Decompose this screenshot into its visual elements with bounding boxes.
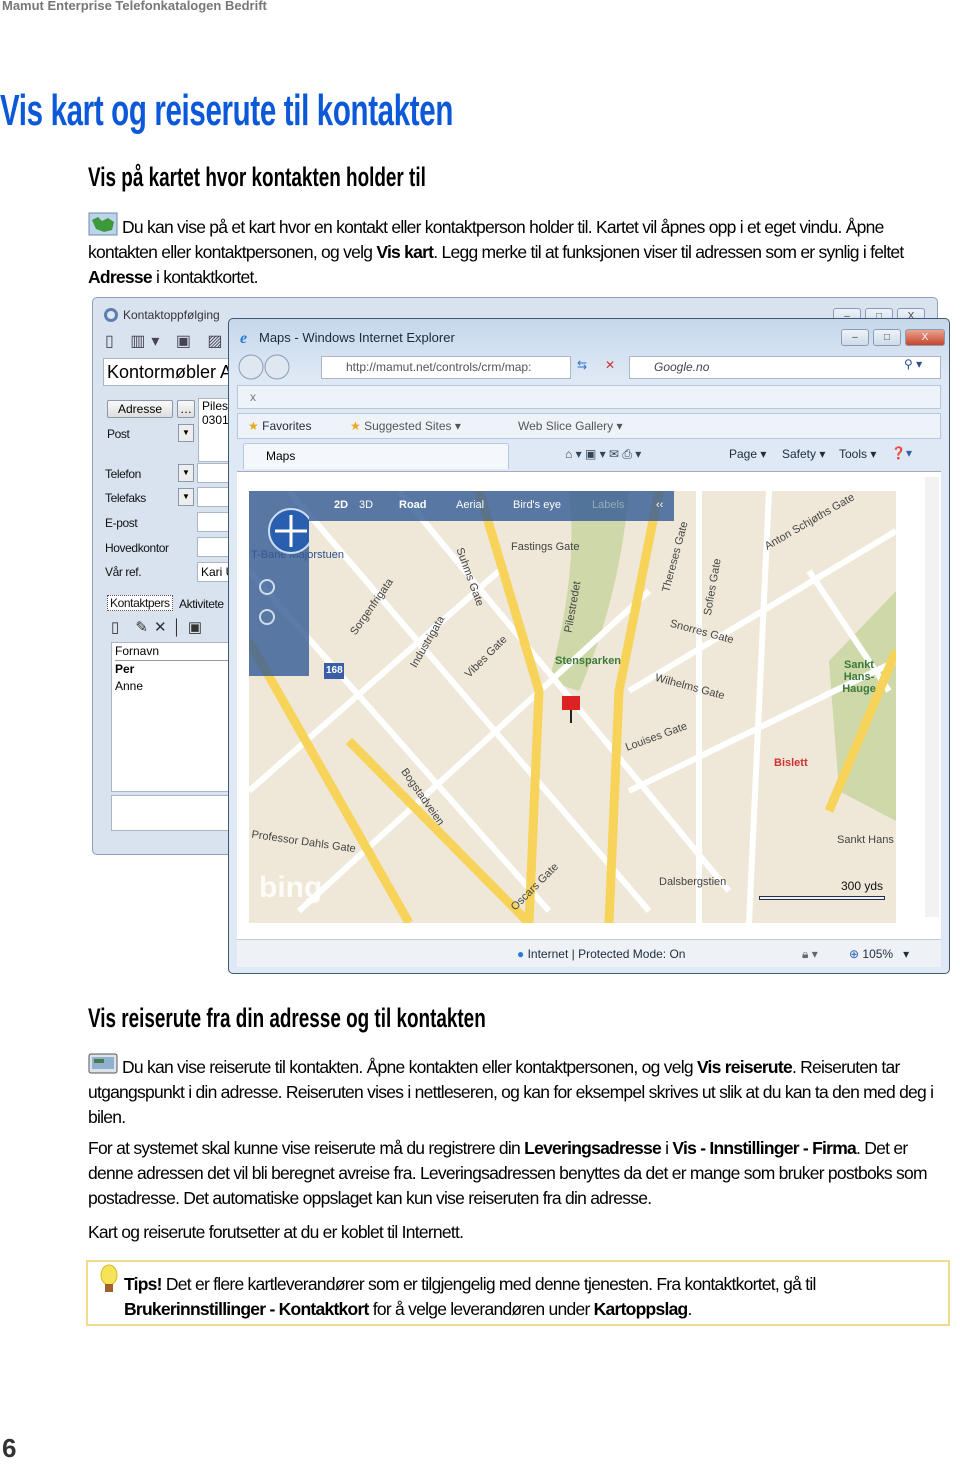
column-header-fornavn[interactable]: Fornavn <box>115 643 230 661</box>
mode-3d[interactable]: 3D <box>359 499 373 511</box>
page-title: Vis kart og reiserute til kontakten <box>0 86 454 135</box>
label-telefon: Telefon <box>105 467 141 481</box>
map-label: Sankt Hans <box>837 834 894 846</box>
post-dropdown[interactable]: ▼ <box>178 424 194 442</box>
running-header: Mamut Enterprise Telefonkatalogen Bedrif… <box>2 0 267 13</box>
add-favorite-icon: ★ <box>350 419 361 433</box>
tools-menu[interactable]: Tools ▾ <box>839 447 876 461</box>
section-heading-route: Vis reiserute fra din adresse og til kon… <box>88 1003 486 1033</box>
ie-icon: e <box>240 330 247 345</box>
mode-2d[interactable]: 2D <box>334 499 348 511</box>
collapse-bar-button[interactable]: ‹‹ <box>656 499 663 511</box>
map-view[interactable]: 168 Fastings Gate Thereses Gate Stenspar… <box>249 491 896 923</box>
address-bar[interactable]: http://mamut.net/controls/crm/map: <box>321 356 571 379</box>
maximize-icon[interactable]: □ <box>873 329 901 346</box>
paragraph-route: Du kan vise reiserute til kontakten. Åpn… <box>88 1052 943 1130</box>
zoom-icon: ⊕ <box>849 947 860 961</box>
mode-road[interactable]: Road <box>399 499 427 511</box>
page-menu[interactable]: Page ▾ <box>729 447 766 461</box>
paragraph-delivery-address: For at systemet skal kunne vise reiserut… <box>88 1138 928 1208</box>
globe-icon: ● <box>517 947 525 961</box>
close-icon[interactable]: X <box>905 329 945 346</box>
label-epost: E-post <box>105 516 138 530</box>
mode-birds-eye[interactable]: Bird's eye <box>513 499 561 511</box>
route-icon <box>88 1053 118 1074</box>
command-strip: x <box>237 385 941 409</box>
home-rss-print-icons[interactable]: ⌂ ▾ ▣ ▾ ✉ ⎙ ▾ <box>565 447 641 462</box>
screenshot-map-window: Kontaktoppfølging – □ X ▯ ▥▾ ▣ ▨ ✕ Kontorm… <box>92 297 950 974</box>
map-label: Bislett <box>774 757 808 769</box>
paragraph-internet: Kart og reiserute forutsetter at du er k… <box>88 1222 464 1242</box>
telefon-dropdown[interactable]: ▼ <box>178 464 194 482</box>
bing-logo: bing <box>259 871 323 904</box>
favorites-bar: ★ Favorites ★ Suggested Sites ▾ Web Slic… <box>237 413 941 439</box>
tab-aktiviteter[interactable]: Aktivitete <box>179 597 224 611</box>
mode-aerial[interactable]: Aerial <box>456 499 484 511</box>
page-number: 6 <box>2 1433 17 1463</box>
location-pin-icon <box>562 696 580 710</box>
back-forward-buttons[interactable] <box>237 353 295 381</box>
route-badge: 168 <box>326 665 343 676</box>
map-label: Fastings Gate <box>511 541 580 553</box>
tips-text: Tips! Det er flere kartleverandører som … <box>124 1274 816 1319</box>
help-icon[interactable]: ❓▾ <box>891 446 912 460</box>
label-post: Post <box>107 427 130 441</box>
paragraph-map: Du kan vise på et kart hvor en kontakt e… <box>88 212 943 290</box>
search-icon[interactable]: ⚲ ▾ <box>904 357 922 371</box>
app-icon <box>104 308 118 322</box>
pan-control-icon[interactable] <box>249 491 314 676</box>
contact-person-list: Fornavn Per Anne <box>111 642 231 792</box>
tips-box: Tips! Det er flere kartleverandører som … <box>86 1260 950 1326</box>
label-telefaks: Telefaks <box>105 491 146 505</box>
window-title: Maps - Windows Internet Explorer <box>259 330 455 345</box>
vertical-scrollbar[interactable] <box>925 477 939 917</box>
mode-labels[interactable]: Labels <box>592 499 624 511</box>
company-name-field[interactable]: Kontormøbler A <box>103 358 233 386</box>
list-item[interactable]: Anne <box>115 678 230 695</box>
suggested-sites-link[interactable]: ★ Suggested Sites ▾ <box>350 419 461 433</box>
ie-window: e Maps - Windows Internet Explorer – □ X h… <box>228 318 950 974</box>
minimize-icon[interactable]: – <box>841 329 869 346</box>
section-heading-map: Vis på kartet hvor kontakten holder til <box>88 162 426 192</box>
map-mode-bar: 2D 3D Road Aerial Bird's eye Labels ‹‹ <box>309 491 674 521</box>
list-item[interactable]: Per <box>115 661 230 678</box>
window-controls: – □ X <box>841 329 945 346</box>
web-slice-gallery-link[interactable]: Web Slice Gallery ▾ <box>518 419 623 433</box>
map-roads <box>249 491 896 923</box>
status-bar: ● Internet | Protected Mode: On 🔒︎ ▾ ⊕ 1… <box>237 939 941 967</box>
address-button[interactable]: Adresse <box>107 400 173 418</box>
star-icon: ★ <box>248 419 259 433</box>
svg-text:e: e <box>240 330 247 345</box>
telefaks-dropdown[interactable]: ▼ <box>178 488 194 506</box>
favorites-button[interactable]: ★ Favorites <box>248 419 311 433</box>
map-label: Sankt Hans-Hauge <box>842 659 876 695</box>
map-icon <box>88 212 118 236</box>
lightbulb-icon <box>100 1264 118 1292</box>
map-scale-bar <box>759 896 885 900</box>
refresh-icon[interactable]: ⇆ <box>577 358 587 372</box>
map-scale-label: 300 yds <box>841 879 884 893</box>
label-hovedkontor: Hovedkontor <box>105 541 169 555</box>
label-var-ref: Vår ref. <box>105 565 142 579</box>
notes-field[interactable] <box>111 795 231 831</box>
stop-icon[interactable]: ✕ <box>605 358 615 372</box>
safety-menu[interactable]: Safety ▾ <box>782 447 825 461</box>
tab-maps[interactable]: Maps <box>243 443 509 469</box>
map-navigation-panel <box>249 491 314 676</box>
status-zone: ● Internet | Protected Mode: On <box>517 947 686 961</box>
tab-kontaktpersoner[interactable]: Kontaktpers <box>107 595 173 611</box>
map-label: Stensparken <box>555 655 622 667</box>
zoom-level[interactable]: ⊕ 105% ▾ <box>849 947 909 961</box>
address-more-button[interactable]: … <box>177 400 195 418</box>
close-toolbar-icon[interactable]: x <box>250 390 256 404</box>
list-toolbar-icons[interactable]: ▯ ✎✕│▣ <box>111 618 208 636</box>
map-label: Dalsbergstien <box>659 876 727 888</box>
search-input[interactable]: Google.no <box>629 356 941 379</box>
security-icon[interactable]: 🔒︎ ▾ <box>802 947 818 962</box>
window-title: Kontaktoppfølging <box>123 308 220 322</box>
